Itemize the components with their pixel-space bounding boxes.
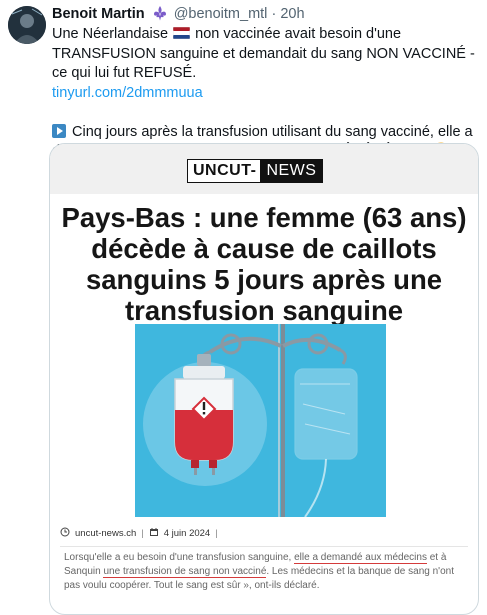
card-header: UNCUT- NEWS [50, 144, 478, 194]
article-site: uncut-news.ch [75, 528, 137, 539]
meta-separator-2: | [215, 528, 218, 539]
article-meta: uncut-news.ch | 4 juin 2024 | [60, 527, 218, 540]
tweet-link-line: tinyurl.com/2dmmmuua [52, 84, 482, 104]
tweet-header: Benoit Martin @benoitm_mtl · 20h [52, 5, 305, 27]
separator-dot: · [271, 6, 277, 22]
excerpt-underlined-2: une transfusion de sang non vacciné [103, 566, 267, 578]
tweet-link[interactable]: tinyurl.com/2dmmmuua [52, 85, 203, 101]
iv-blood-bag-illustration [135, 324, 386, 518]
logo-text-left: UNCUT- [188, 160, 261, 182]
play-button-icon [52, 123, 66, 138]
meta-divider [60, 546, 468, 547]
uncut-news-logo: UNCUT- NEWS [187, 159, 324, 183]
excerpt-part-1: Lorsqu'elle a eu besoin d'une transfusio… [64, 552, 295, 563]
tweet-text-part-1a: Une Néerlandaise [52, 26, 169, 42]
excerpt-underlined-1: elle a demandé aux médecins [294, 552, 427, 564]
tweet-paragraph-1: Une Néerlandaise non vaccinée avait beso… [52, 25, 482, 84]
article-date: 4 juin 2024 [163, 528, 211, 539]
calendar-icon [149, 527, 159, 540]
timestamp[interactable]: 20h [280, 6, 304, 22]
meta-separator-1: | [141, 528, 144, 539]
netherlands-flag-icon [172, 26, 191, 40]
article-excerpt: Lorsqu'elle a eu besoin d'une transfusio… [64, 551, 468, 593]
clock-icon [60, 527, 70, 540]
author-handle[interactable]: @benoitm_mtl [174, 6, 268, 22]
author-name[interactable]: Benoit Martin [52, 6, 145, 22]
link-preview-card[interactable]: UNCUT- NEWS Pays-Bas : une femme (63 ans… [49, 143, 479, 615]
tweet[interactable]: Benoit Martin @benoitm_mtl · 20h Une Née… [0, 0, 487, 615]
article-headline: Pays-Bas : une femme (63 ans) décède à c… [61, 202, 467, 326]
tweet-text: Une Néerlandaise non vaccinée avait beso… [52, 25, 482, 162]
author-avatar[interactable] [8, 6, 46, 44]
logo-text-right: NEWS [260, 160, 323, 182]
fleur-de-lis-icon [152, 5, 168, 27]
